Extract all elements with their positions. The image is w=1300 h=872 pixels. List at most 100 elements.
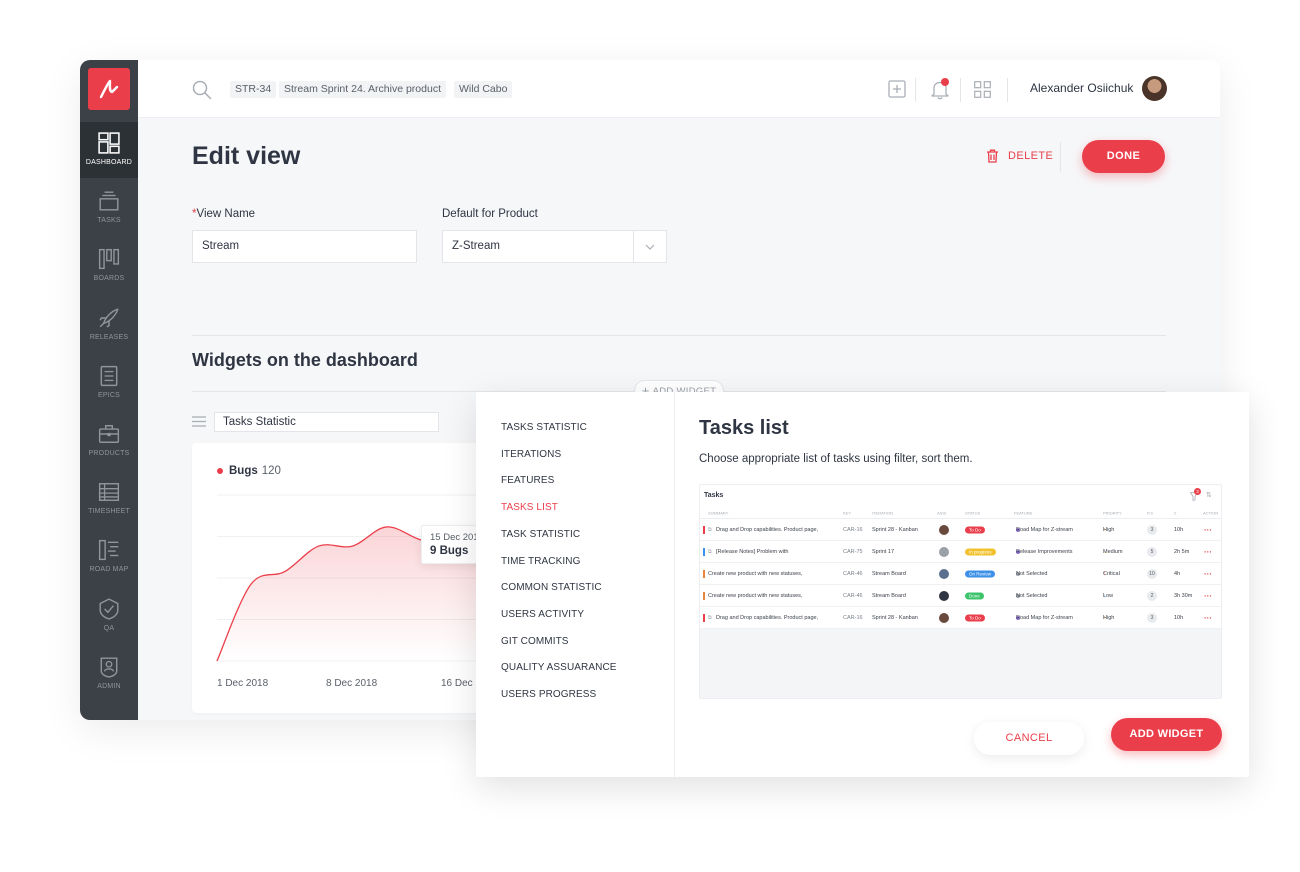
widget-type-iterations[interactable]: ITERATIONS (501, 449, 561, 460)
sidebar-item-epics[interactable]: EPICS (80, 355, 138, 411)
cancel-button[interactable]: CANCEL (974, 722, 1084, 755)
more-actions-icon[interactable]: ··· (1204, 613, 1212, 622)
assignee-avatar (939, 546, 949, 557)
widget-type-git-commits[interactable]: GIT COMMITS (501, 636, 569, 647)
cell-summary: Drag and Drop capabilities. Product page… (716, 614, 819, 621)
cell-time: 10h (1174, 614, 1184, 621)
cell-iteration: Stream Board (872, 570, 906, 577)
row-type-marker (703, 569, 705, 578)
apps-grid-icon[interactable] (974, 81, 991, 98)
page-title: Edit view (192, 142, 301, 170)
widget-type-tasks-statistic[interactable]: TASKS STATISTIC (501, 422, 587, 433)
widget-type-quality-assuarance[interactable]: QUALITY ASSUARANCE (501, 662, 617, 673)
modal-title: Tasks list (699, 417, 789, 439)
table-row[interactable]: ⧉ Drag and Drop capabilities. Product pag… (700, 607, 1221, 629)
sort-icon: ⇅ (1206, 492, 1212, 499)
points-badge: 2 (1147, 590, 1157, 601)
sidebar-item-label: QA (103, 624, 115, 632)
status-badge: On Review (965, 570, 996, 577)
widget-type-features[interactable]: FEATURES (501, 475, 554, 486)
status-badge: To Do (965, 526, 985, 533)
preview-column-headers: SUMMARY KEY ITERATION ASSI STATUS FEATURE PRIO… (700, 507, 1221, 519)
sidebar-item-label: TIMESHEET (88, 508, 130, 516)
drag-handle-icon[interactable] (192, 416, 206, 427)
sidebar-item-label: EPICS (97, 391, 120, 399)
add-widget-modal: TASKS STATISTIC ITERATIONS FEATURES TASKS L… (476, 392, 1249, 777)
widget-type-users-progress[interactable]: USERS PROGRESS (501, 689, 596, 700)
cell-key: CAR-46 (843, 592, 863, 599)
admin-icon (100, 657, 118, 678)
x-tick-label: 1 Dec 2018 (217, 678, 269, 689)
widget-type-task-statistic[interactable]: TASK STATISTIC (501, 529, 580, 540)
feature-text: Not Selected (1016, 570, 1048, 577)
bell-icon[interactable] (930, 78, 950, 100)
preview-column-header: ITERATION (872, 510, 894, 515)
topbar: STR-34 Stream Sprint 24. Archive product… (138, 60, 1220, 118)
widget-type-time-tracking[interactable]: TIME TRACKING (501, 556, 580, 567)
sidebar-item-label: ADMIN (97, 682, 121, 690)
add-square-icon[interactable] (888, 80, 906, 98)
avatar[interactable] (1142, 76, 1167, 101)
table-row[interactable]: Create new product with new statuses, CAR… (700, 563, 1221, 585)
sidebar-item-products[interactable]: PRODUCTS (80, 413, 138, 469)
cell-summary: Create new product with new statuses, (708, 592, 803, 599)
table-row[interactable]: ⧉ Drag and Drop capabilities. Product pag… (700, 519, 1221, 541)
breadcrumb-item[interactable]: Stream Sprint 24. Archive product (279, 81, 446, 98)
delete-label: DELETE (1008, 150, 1054, 162)
cell-summary: [Release Notes] Problem with (716, 548, 789, 555)
widget-name-input[interactable]: Tasks Statistic (214, 412, 439, 432)
sidebar-item-label: PRODUCTS (88, 450, 130, 457)
more-actions-icon[interactable]: ··· (1204, 525, 1212, 534)
more-actions-icon[interactable]: ··· (1204, 591, 1212, 600)
sidebar-item-dashboard[interactable]: DASHBOARD (80, 122, 138, 178)
sidebar-item-releases[interactable]: RELEASES (80, 297, 138, 353)
done-button[interactable]: DONE (1082, 140, 1165, 173)
preview-column-header: KEY (843, 510, 852, 515)
widget-type-menu: TASKS STATISTIC ITERATIONS FEATURES TASKS L… (476, 392, 675, 777)
sidebar-item-tasks[interactable]: TASKS (80, 180, 138, 236)
section-divider (192, 335, 1166, 336)
cell-iteration: Stream Board (872, 592, 906, 599)
sidebar-item-label: RELEASES (89, 333, 129, 341)
breadcrumb-item[interactable]: STR-34 (230, 81, 277, 98)
sidebar-item-label: BOARDS (93, 275, 125, 283)
view-name-label: *View Name (192, 208, 255, 220)
preview-column-header: Σ (1174, 510, 1177, 515)
app-logo[interactable] (88, 68, 130, 110)
sidebar-item-timesheet[interactable]: TIMESHEET (80, 471, 138, 527)
feature-text: Not Selected (1016, 592, 1048, 599)
cell-iteration: Sprint 17 (872, 548, 895, 555)
table-row[interactable]: ⧉ [Release Notes] Problem with CAR-75 Sprin… (700, 541, 1221, 563)
tasks-list-preview: Tasks 3 ⇅ SUMMARY KEY ITERATION ASSI STATUS F… (699, 484, 1222, 699)
widget-type-tasks-list[interactable]: TASKS LIST (501, 502, 558, 513)
breadcrumb-item[interactable]: Wild Cabo (454, 81, 513, 98)
sidebar-item-qa[interactable]: QA (80, 588, 138, 644)
preview-column-header: ASSI (937, 510, 947, 515)
default-product-select[interactable]: Z-Stream (442, 230, 667, 263)
dropdown-toggle[interactable] (633, 231, 666, 262)
add-widget-button[interactable]: ADD WIDGET (1111, 718, 1222, 751)
preview-column-header: FEATURE (1014, 510, 1033, 515)
points-badge: 5 (1147, 546, 1157, 557)
search-icon[interactable] (192, 80, 212, 100)
table-row[interactable]: Create new product with new statuses, CAR… (700, 585, 1221, 607)
sidebar-item-road-map[interactable]: ROAD MAP (80, 529, 138, 585)
cell-summary: Drag and Drop capabilities. Product page… (716, 526, 819, 533)
user-name[interactable]: Alexander Osiichuk (1030, 81, 1133, 95)
preview-column-header: SUMMARY (708, 510, 729, 515)
row-type-marker (703, 525, 705, 534)
preview-column-header: STATUS (965, 510, 981, 515)
view-name-input[interactable]: Stream (192, 230, 417, 263)
widget-type-users-activity[interactable]: USERS ACTIVITY (501, 609, 584, 620)
priority-text: High (1103, 614, 1115, 621)
sidebar-item-boards[interactable]: BOARDS (80, 238, 138, 294)
rocket-icon (99, 308, 119, 328)
delete-button[interactable]: DELETE (986, 147, 1053, 165)
topbar-divider (915, 78, 916, 102)
widget-type-common-statistic[interactable]: COMMON STATISTIC (501, 582, 602, 593)
more-actions-icon[interactable]: ··· (1204, 547, 1212, 556)
sidebar-item-admin[interactable]: ADMIN (80, 646, 138, 702)
assignee-avatar (939, 590, 949, 601)
cell-key: CAR-46 (843, 570, 863, 577)
more-actions-icon[interactable]: ··· (1204, 569, 1212, 578)
